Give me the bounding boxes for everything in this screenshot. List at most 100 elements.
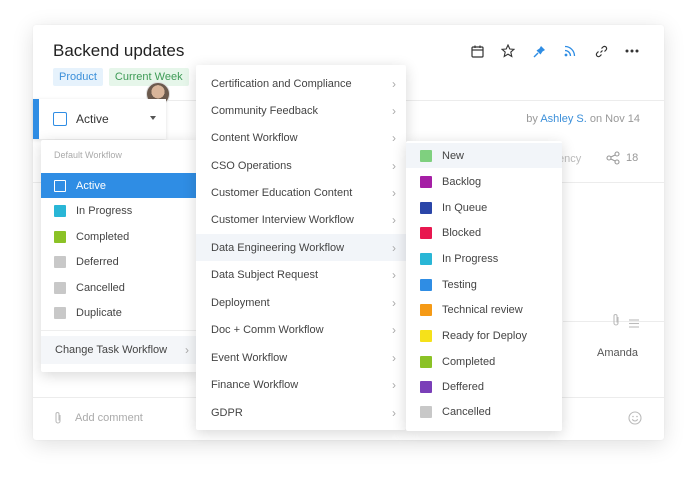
status-swatch [420,278,432,291]
workflow-item[interactable]: Deployment › [196,289,406,316]
workflow-status-item[interactable]: Deffered [406,374,562,399]
change-workflow-label: Change Task Workflow [55,344,168,356]
task-title[interactable]: Backend updates [53,41,184,61]
tag-product[interactable]: Product [53,68,103,86]
workflow-label: Customer Interview Workflow [211,213,354,226]
status-option-label: Completed [76,230,130,243]
emoji-icon[interactable] [628,411,642,430]
status-menu-divider [41,330,199,331]
chevron-right-icon: › [392,240,396,255]
tag-current-week[interactable]: Current Week [108,68,189,86]
workflow-status-item[interactable]: Backlog [406,169,562,194]
workflow-status-label: Deffered [442,380,484,393]
workflow-item[interactable]: Customer Interview Workflow › [196,206,406,233]
workflow-label: Deployment [211,296,270,309]
workflow-item[interactable]: Customer Education Content › [196,179,406,206]
workflow-status-label: Completed [442,355,496,368]
status-option-duplicate[interactable]: Duplicate [41,300,199,325]
status-swatch [420,355,432,368]
byline-date: on Nov 14 [589,113,640,125]
share-count-value: 18 [626,152,639,164]
chevron-right-icon: › [392,130,396,145]
workflow-status-item[interactable]: Cancelled [406,399,562,424]
chevron-right-icon: › [392,295,396,310]
workflow-status-label: Backlog [442,175,482,188]
status-swatch [420,252,432,265]
workflow-item[interactable]: Content Workflow › [196,124,406,151]
status-swatch [54,306,66,319]
workflow-status-item[interactable]: Technical review [406,297,562,322]
workflow-item[interactable]: Event Workflow › [196,344,406,371]
status-menu: Default Workflow Active In Progress Comp… [41,140,199,372]
workflow-status-item[interactable]: Testing [406,272,562,297]
workflow-status-label: Testing [442,278,477,291]
workflow-status-item[interactable]: New [406,143,562,168]
workflow-label: Event Workflow [211,351,288,364]
workflow-item[interactable]: Community Feedback › [196,97,406,124]
status-swatch [420,405,432,418]
star-icon[interactable] [500,43,516,59]
workflow-status-item[interactable]: In Progress [406,246,562,271]
link-icon[interactable] [593,43,609,59]
workflow-item[interactable]: Certification and Compliance › [196,70,406,97]
chevron-right-icon: › [185,343,189,357]
chevron-right-icon: › [392,158,396,173]
workflow-label: Data Engineering Workflow [211,241,345,254]
status-swatch [420,226,432,239]
pin-icon[interactable] [531,43,547,59]
workflow-status-item[interactable]: Ready for Deploy [406,323,562,348]
paperclip-icon[interactable] [611,313,621,332]
comment-input[interactable]: Add comment [75,412,143,424]
workflow-item[interactable]: Finance Workflow › [196,371,406,398]
calendar-icon[interactable] [469,43,485,59]
paperclip-icon[interactable] [53,411,63,425]
status-swatch [420,175,432,188]
status-option-label: In Progress [76,204,133,217]
chevron-right-icon: › [392,405,396,420]
workflow-item[interactable]: CSO Operations › [196,152,406,179]
assignee-name[interactable]: Amanda [597,347,638,359]
workflow-status-label: In Queue [442,201,488,214]
status-swatch [420,303,432,316]
workflow-status-item[interactable]: In Queue [406,195,562,220]
workflow-label: Data Subject Request [211,268,319,281]
tag-list: Product Current Week [53,68,189,86]
status-swatch [420,201,432,214]
status-dropdown[interactable]: Active [33,99,166,139]
status-option-cancelled[interactable]: Cancelled [41,275,199,300]
status-option-label: Deferred [76,255,119,268]
status-option-in-progress[interactable]: In Progress [41,198,199,223]
workflow-item-data-engineering[interactable]: Data Engineering Workflow › [196,234,406,261]
change-workflow-item[interactable]: Change Task Workflow › [41,336,199,364]
more-icon[interactable] [624,43,640,59]
workflow-status-item[interactable]: Blocked [406,220,562,245]
status-option-completed[interactable]: Completed [41,224,199,249]
chevron-right-icon: › [392,377,396,392]
workflow-status-item[interactable]: Completed [406,349,562,374]
list-icon[interactable] [629,315,639,333]
chevron-right-icon: › [392,76,396,91]
status-option-label: Duplicate [76,306,122,319]
status-swatch [54,179,66,192]
author-link[interactable]: Ashley S. [540,113,586,125]
task-toolbar [469,43,640,59]
workflow-item[interactable]: Doc + Comm Workflow › [196,316,406,343]
chevron-right-icon: › [392,212,396,227]
workflow-item[interactable]: Data Subject Request › [196,261,406,288]
status-option-deferred[interactable]: Deferred [41,249,199,274]
workflow-label: GDPR [211,406,243,419]
workflow-label: Content Workflow [211,131,298,144]
rss-icon[interactable] [562,43,578,59]
chevron-right-icon: › [392,267,396,282]
status-checkbox[interactable] [53,112,67,126]
status-menu-header: Default Workflow [54,150,122,160]
status-swatch [54,204,66,217]
workflow-status-label: New [442,149,465,162]
status-option-active[interactable]: Active [41,173,199,198]
share-count[interactable]: 18 [606,151,638,165]
status-swatch [420,149,432,162]
workflow-item[interactable]: GDPR › [196,399,406,426]
workflow-label: CSO Operations [211,159,292,172]
workflow-label: Finance Workflow [211,378,299,391]
chevron-right-icon: › [392,103,396,118]
